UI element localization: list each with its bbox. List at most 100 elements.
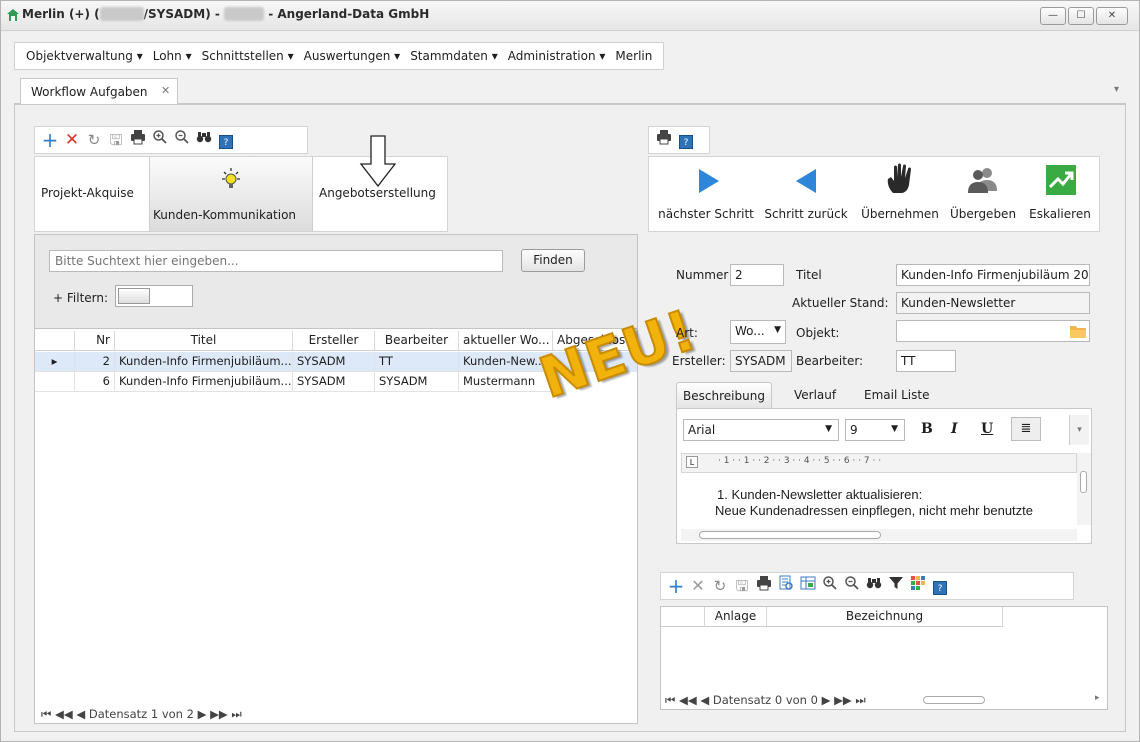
header-titel[interactable]: Titel [115,331,293,351]
binoculars-icon[interactable] [193,129,215,151]
app-logo-icon [6,8,20,22]
editor-horizontal-scrollbar[interactable] [681,529,1077,541]
menu-item-merlin[interactable]: Merlin [610,49,657,63]
save-icon[interactable]: 🖫 [731,575,753,597]
art-select[interactable]: Wo... ▼ [730,320,786,344]
escalate-button[interactable]: Eskalieren [1023,157,1097,231]
zoom-out-icon[interactable] [171,129,193,151]
cell-workflow[interactable]: Mustermann [459,372,553,392]
bold-button[interactable]: B [921,421,933,437]
find-button[interactable]: Finden [521,249,585,272]
header-bearbeiter[interactable]: Bearbeiter [375,331,459,351]
ersteller-field: SYSADM [730,350,792,372]
tab-workflow-aufgaben[interactable]: Workflow Aufgaben ✕ [20,78,178,104]
save-icon[interactable]: 🖫 [105,129,127,151]
italic-button[interactable]: I [951,421,958,437]
lightbulb-icon [219,167,243,194]
tab-beschreibung[interactable]: Beschreibung [676,382,772,408]
stage-angebotserstellung[interactable]: Angebotserstellung [319,186,436,200]
cell-bearbeiter[interactable]: SYSADM [375,372,459,392]
cell-nr[interactable]: 6 [75,372,115,392]
tab-close-icon[interactable]: ✕ [161,84,170,97]
grid-settings-icon[interactable] [907,575,929,597]
binoculars-icon[interactable] [863,575,885,597]
filter-toggle[interactable] [115,285,193,307]
menu-item-auswertungen[interactable]: Auswertungen ▾ [299,49,406,63]
cell-indicator [35,372,75,392]
tab-email-liste[interactable]: Email Liste [864,382,929,408]
undo-icon[interactable]: ↻ [709,575,731,597]
cell-bearbeiter[interactable]: TT [375,352,459,372]
close-button[interactable]: ✕ [1096,7,1128,25]
preview-icon[interactable] [775,575,797,597]
editor-line-1[interactable]: 1. Kunden-Newsletter aktualisieren: [717,487,922,502]
help-icon[interactable]: ? [215,129,237,151]
menu-item-objektverwaltung[interactable]: Objektverwaltung ▾ [21,49,148,63]
menu-item-schnittstellen[interactable]: Schnittstellen ▾ [197,49,299,63]
redacted-user: xxxxxx [99,7,144,21]
filter-icon[interactable] [885,575,907,597]
delete-icon[interactable]: ✕ [687,575,709,597]
chevron-down-icon: ▼ [825,424,832,434]
cell-ersteller[interactable]: SYSADM [293,352,375,372]
cell-titel[interactable]: Kunden-Info Firmenjubiläum... [115,352,293,372]
nummer-field[interactable]: 2 [730,264,784,286]
help-icon[interactable]: ? [929,575,951,597]
maximize-button[interactable]: ☐ [1068,7,1094,25]
minimize-button[interactable]: — [1040,7,1066,25]
cell-nr[interactable]: 2 [75,352,115,372]
folder-icon[interactable] [1070,324,1086,341]
print-icon[interactable] [653,129,675,151]
hand-over-button[interactable]: Übergeben [947,157,1019,231]
grid-record-navigator[interactable]: ⏮ ◀◀ ◀ Datensatz 1 von 2 ▶ ▶▶ ⏭ [41,707,242,722]
export-icon[interactable] [797,575,819,597]
delete-icon[interactable]: ✕ [61,129,83,151]
add-icon[interactable]: + [665,575,687,597]
header-nr[interactable]: Nr [75,331,115,351]
stage-kunden-kommunikation[interactable]: Kunden-Kommunikation [153,208,296,222]
print-icon[interactable] [753,575,775,597]
menu-item-administration[interactable]: Administration ▾ [503,49,611,63]
scroll-right-icon[interactable]: ▸ [1095,693,1100,703]
zoom-in-icon[interactable] [149,129,171,151]
objekt-field[interactable] [896,320,1090,342]
task-grid-panel: Finden + Filtern: ⏮ ◀◀ ◀ Datensatz 1 von… [34,234,638,724]
editor-vertical-scrollbar[interactable] [1077,453,1091,525]
underline-button[interactable]: U [981,421,993,437]
tab-verlauf[interactable]: Verlauf [794,382,836,408]
header-ersteller[interactable]: Ersteller [293,331,375,351]
description-editor: Arial ▼ 9 ▼ B I U ≣ ▾ L · 1 · · 1 · · 2 … [676,408,1092,544]
next-step-button[interactable]: nächster Schritt [653,157,759,231]
take-over-button[interactable]: Übernehmen [857,157,943,231]
menu-item-lohn[interactable]: Lohn ▾ [148,49,197,63]
help-icon[interactable]: ? [675,129,697,151]
zoom-in-icon[interactable] [819,575,841,597]
font-select[interactable]: Arial ▼ [683,419,839,441]
menu-bar: Objektverwaltung ▾ Lohn ▾ Schnittstellen ▾… [14,42,665,70]
cell-ersteller[interactable]: SYSADM [293,372,375,392]
add-icon[interactable]: + [39,129,61,151]
stage-projekt-akquise[interactable]: Projekt-Akquise [41,186,134,200]
editor-line-2[interactable]: Neue Kundenadressen einpflegen, nicht me… [715,503,1075,518]
ruler-scale: · 1 · · 1 · · 2 · · 3 · · 4 · · 5 · · 6 … [718,456,882,466]
art-label: Art: [676,326,698,340]
attachments-record-navigator[interactable]: ⏮ ◀◀ ◀ Datensatz 0 von 0 ▶ ▶▶ ⏭ [665,693,866,708]
print-icon[interactable] [127,129,149,151]
menu-item-stammdaten[interactable]: Stammdaten ▾ [405,49,503,63]
search-input[interactable] [49,250,503,272]
toolbar-overflow-icon[interactable]: ▾ [1069,415,1089,445]
step-back-button[interactable]: Schritt zurück [761,157,851,231]
header-anlage[interactable]: Anlage [705,607,767,627]
tab-overflow-icon[interactable]: ▾ [1114,84,1119,95]
font-size-select[interactable]: 9 ▼ [845,419,905,441]
attachments-horizontal-scrollbar[interactable] [923,696,985,704]
cell-titel[interactable]: Kunden-Info Firmenjubiläum... [115,372,293,392]
zoom-out-icon[interactable] [841,575,863,597]
bearbeiter-field[interactable]: TT [896,350,956,372]
header-bezeichnung[interactable]: Bezeichnung [767,607,1003,627]
align-left-icon[interactable]: ≣ [1011,417,1041,441]
titel-field[interactable]: Kunden-Info Firmenjubiläum 2021 [896,264,1090,286]
tab-stop-icon[interactable]: L [686,456,698,468]
attachments-toolbar: + ✕ ↻ 🖫 ? [660,572,1074,600]
undo-icon[interactable]: ↻ [83,129,105,151]
